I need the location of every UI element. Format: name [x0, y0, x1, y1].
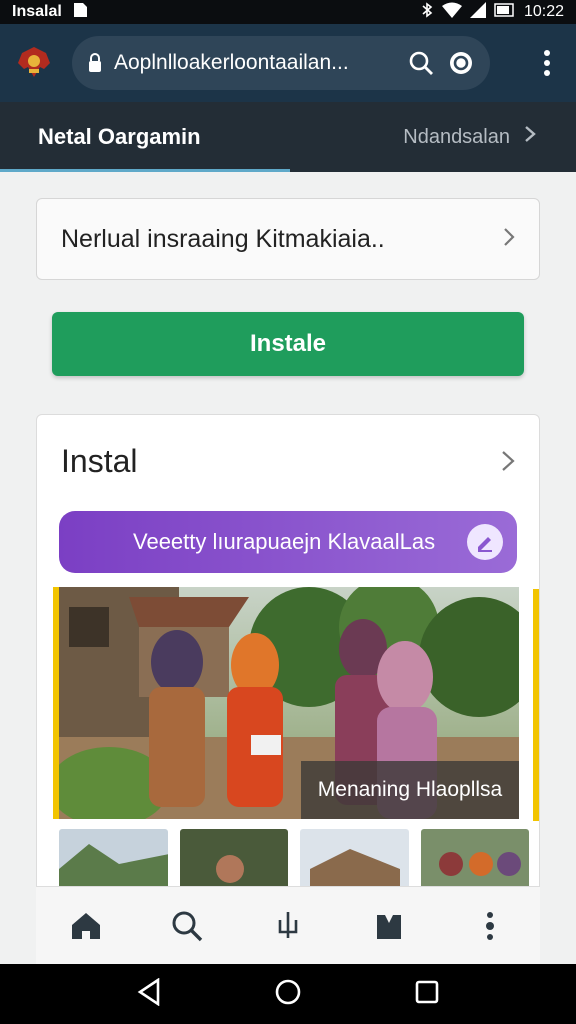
- bookmark-icon[interactable]: [369, 906, 409, 946]
- tab-count-icon[interactable]: [444, 46, 478, 80]
- thumbnail-4[interactable]: [420, 829, 529, 889]
- lock-icon: [86, 53, 104, 73]
- system-navigation-bar: [0, 964, 576, 1024]
- promo-pill-text: Veeetty lıurapuaejn KlavaalLas: [133, 529, 436, 554]
- featured-photo[interactable]: Menaning Hlaopllsa: [53, 587, 519, 819]
- tab-active-label: Netal Oargamin: [38, 124, 201, 149]
- tab-active[interactable]: Netal Oargamin: [0, 102, 290, 172]
- back-icon[interactable]: [136, 977, 162, 1011]
- chevron-right-icon: [503, 225, 515, 254]
- bluetooth-icon: [420, 1, 434, 23]
- bottom-navigation: [36, 886, 540, 964]
- tab-next[interactable]: Ndandsalan: [290, 125, 576, 149]
- wifi-icon: [441, 2, 462, 23]
- more-icon[interactable]: [532, 43, 562, 83]
- home-circle-icon[interactable]: [274, 978, 302, 1011]
- recents-icon[interactable]: [414, 979, 440, 1010]
- search-icon[interactable]: [167, 906, 207, 946]
- tab-bar: Netal Oargamin Ndandsalan: [0, 102, 576, 172]
- panel-title: Instal: [61, 442, 138, 479]
- edit-icon[interactable]: [467, 524, 503, 560]
- panel-header[interactable]: Instal: [37, 415, 539, 507]
- search-card-text: Nerlual insraaing Kitmakiaia..: [61, 224, 385, 253]
- promo-pill[interactable]: Veeetty lıurapuaejn KlavaalLas: [59, 511, 517, 573]
- content-panel: Instal Veeetty lıurapuaejn KlavaalLas Me…: [36, 414, 540, 934]
- chevron-right-icon: [501, 443, 515, 480]
- chevron-right-icon: [524, 125, 536, 149]
- search-suggestion-card[interactable]: Nerlual insraaing Kitmakiaia..: [36, 198, 540, 280]
- home-icon[interactable]: [66, 906, 106, 946]
- search-icon[interactable]: [404, 46, 438, 80]
- install-button[interactable]: Instale: [52, 312, 524, 376]
- battery-icon: [494, 2, 516, 22]
- thumbnail-1[interactable]: [59, 829, 168, 889]
- more-icon[interactable]: [470, 906, 510, 946]
- thumbnail-2[interactable]: [179, 829, 288, 889]
- share-icon[interactable]: [268, 906, 308, 946]
- photo-caption: Menaning Hlaopllsa: [301, 761, 519, 819]
- signal-icon: [469, 1, 486, 23]
- notification-icon: [72, 2, 88, 23]
- thumbnail-3[interactable]: [300, 829, 409, 889]
- carrier-label: Insalal: [12, 3, 62, 20]
- carousel-next-indicator[interactable]: [533, 589, 539, 821]
- site-emblem-icon[interactable]: [14, 43, 54, 83]
- clock: 10:22: [523, 3, 564, 20]
- url-text[interactable]: Aoplnlloakerloontaailan...: [114, 51, 398, 75]
- address-bar[interactable]: Aoplnlloakerloontaailan...: [72, 36, 490, 90]
- browser-toolbar: Aoplnlloakerloontaailan...: [0, 24, 576, 102]
- tab-next-label: Ndandsalan: [403, 125, 510, 148]
- status-bar: Insalal 10:22: [0, 0, 576, 24]
